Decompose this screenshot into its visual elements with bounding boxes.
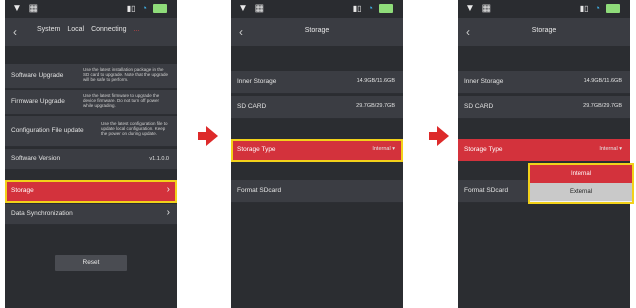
phone-screen-settings: ▼ ▦ ▮▯ ◔ ‹ System Local Connecting ... S… (5, 0, 177, 308)
signal-icon: ▮▯ (352, 3, 362, 13)
status-left-icons: ▼ ▦ (12, 3, 41, 14)
wifi-icon: ◔ (367, 3, 373, 13)
tab-system[interactable]: System (37, 26, 60, 33)
option-internal[interactable]: Internal (530, 165, 632, 183)
row-label: Storage Type (464, 146, 503, 153)
tab-local[interactable]: Local (67, 26, 84, 33)
row-label: Inner Storage (464, 78, 504, 85)
battery-icon (606, 3, 620, 13)
row-label: Storage (11, 187, 34, 194)
phone-screen-storage: ▼ ▦ ▮▯ ◔ ‹ Storage Inner Storage 14.9GB/… (231, 0, 403, 308)
sd-card-value: 29.7GB/29.7GB (583, 103, 622, 109)
status-bar: ▼ ▦ ▮▯ ◔ (458, 0, 630, 18)
storage-type-row[interactable]: Storage Type Internal ▾ (458, 139, 630, 162)
option-external[interactable]: External (530, 183, 632, 201)
back-icon[interactable]: ‹ (13, 25, 17, 39)
status-bar: ▼ ▦ ▮▯ ◔ (231, 0, 403, 18)
app-bar: ‹ System Local Connecting ... (5, 18, 177, 46)
chevron-right-icon: › (166, 207, 170, 218)
row-label: Storage Type (237, 146, 276, 153)
status-left-icons: ▼ ▦ (238, 3, 267, 14)
format-sdcard-row[interactable]: Format SDcard (231, 180, 403, 203)
inner-storage-value: 14.9GB/11.6GB (356, 78, 395, 84)
wifi-icon: ◔ (594, 3, 600, 13)
row-label: Software Upgrade (11, 72, 64, 79)
row-label: Inner Storage (237, 78, 277, 85)
battery-icon (379, 3, 393, 13)
inner-storage-row: Inner Storage 14.9GB/11.6GB (231, 71, 403, 94)
tab-more[interactable]: ... (134, 26, 140, 33)
signal-icon: ▮▯ (126, 3, 136, 13)
phone-screen-storage-dropdown: ▼ ▦ ▮▯ ◔ ‹ Storage Inner Storage 14.9GB/… (458, 0, 630, 308)
app-bar: ‹ Storage (458, 18, 630, 46)
status-bar: ▼ ▦ ▮▯ ◔ (5, 0, 177, 18)
wifi-icon: ◔ (141, 3, 147, 13)
arrow-right-icon (198, 126, 218, 146)
row-label: Configuration File update (11, 127, 84, 134)
row-label: Data Synchronization (11, 210, 73, 217)
tab-bar: System Local Connecting ... (37, 26, 139, 33)
version-value: v1.1.0.0 (149, 156, 169, 162)
status-left-icons: ▼ ▦ (465, 3, 494, 14)
row-label: Format SDcard (237, 187, 282, 194)
row-label: Firmware Upgrade (11, 98, 65, 105)
chevron-right-icon: › (166, 184, 170, 195)
data-sync-row[interactable]: Data Synchronization › (5, 204, 177, 225)
software-upgrade-row[interactable]: Software Upgrade Use the latest installa… (5, 64, 177, 89)
signal-icon: ▮▯ (579, 3, 589, 13)
software-version-row: Software Version v1.1.0.0 (5, 149, 177, 170)
inner-storage-value: 14.9GB/11.6GB (583, 78, 622, 84)
page-title: Storage (304, 27, 330, 34)
page-title: Storage (531, 27, 557, 34)
battery-icon (153, 3, 167, 13)
sd-card-value: 29.7GB/29.7GB (356, 103, 395, 109)
arrow-right-icon (429, 126, 449, 146)
tab-connecting[interactable]: Connecting (91, 26, 126, 33)
app-bar: ‹ Storage (231, 18, 403, 46)
row-label: SD CARD (237, 103, 267, 110)
inner-storage-row: Inner Storage 14.9GB/11.6GB (458, 71, 630, 94)
storage-type-select[interactable]: Internal ▾ (372, 146, 395, 152)
row-label: SD CARD (464, 103, 494, 110)
storage-type-select[interactable]: Internal ▾ (599, 146, 622, 152)
storage-type-row[interactable]: Storage Type Internal ▾ (231, 139, 403, 162)
firmware-upgrade-row[interactable]: Firmware Upgrade Use the latest firmware… (5, 90, 177, 115)
row-label: Software Version (11, 155, 61, 162)
reset-button[interactable]: Reset (55, 255, 127, 271)
sd-card-row: SD CARD 29.7GB/29.7GB (458, 96, 630, 119)
sd-card-row: SD CARD 29.7GB/29.7GB (231, 96, 403, 119)
row-label: Format SDcard (464, 187, 509, 194)
configuration-file-row[interactable]: Configuration File update Use the latest… (5, 116, 177, 147)
row-description: Use the latest installation package in t… (83, 67, 169, 82)
row-description: Use the latest configuration file to upd… (101, 121, 168, 136)
storage-row[interactable]: Storage › (5, 180, 177, 203)
row-description: Use the latest firmware to upgrade the d… (83, 93, 160, 108)
storage-type-dropdown: Internal External (528, 163, 634, 204)
